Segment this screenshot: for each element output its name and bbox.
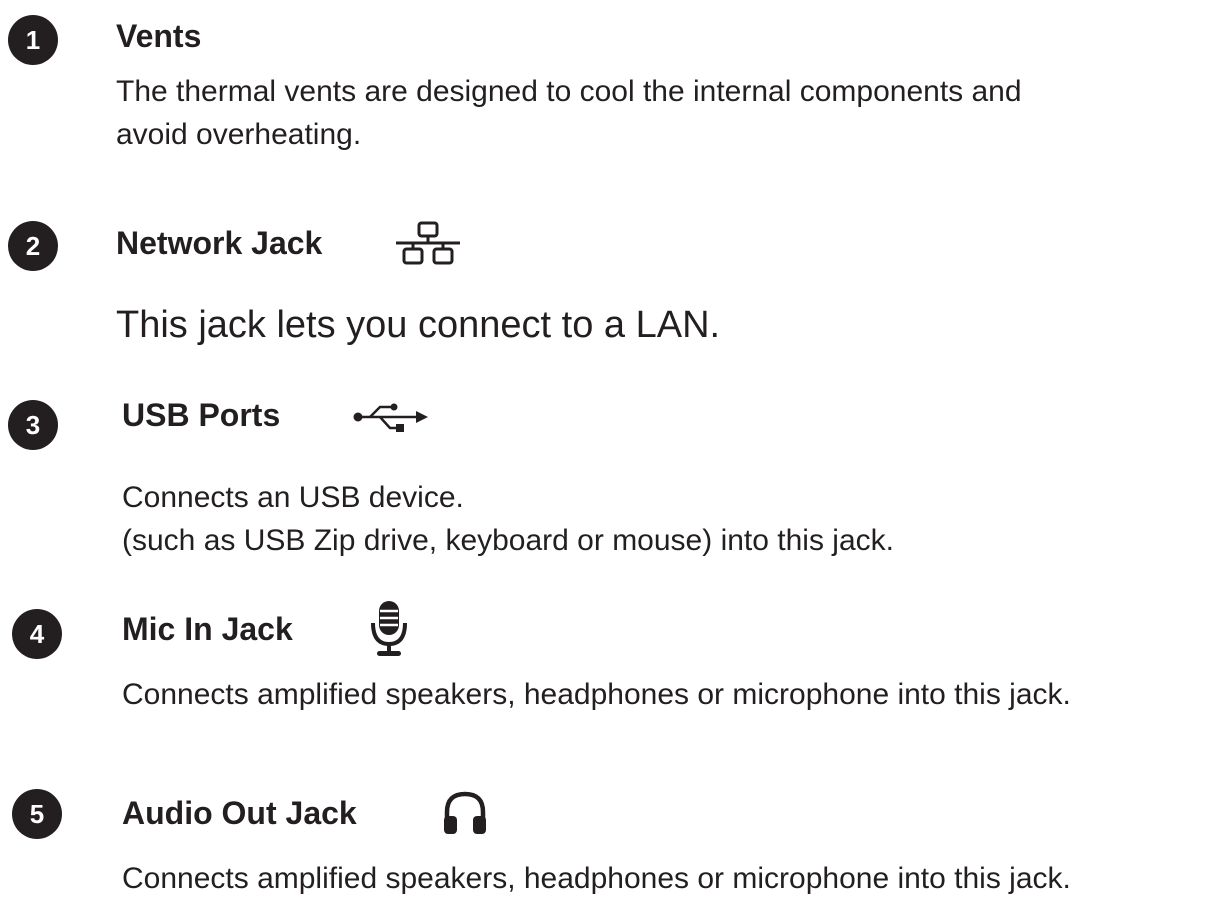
section-4-title: Mic In Jack [122,611,293,647]
section-2-line-1: This jack lets you connect to a LAN. [116,304,721,346]
section-2-number-badge: 2 [8,221,58,271]
section-5-title: Audio Out Jack [122,795,357,831]
section-2-title: Network Jack [116,225,323,261]
section-4-line-1: Connects amplified speakers, headphones … [122,678,1071,711]
section-5-description: Connects amplified speakers, headphones … [122,857,1071,900]
section-2-description: This jack lets you connect to a LAN. [116,306,720,344]
section-1-description: The thermal vents are designed to cool t… [116,70,1022,156]
network-icon [396,221,460,265]
section-3-line-2: (such as USB Zip drive, keyboard or mous… [122,524,894,557]
microphone-icon [371,601,407,656]
section-4-number-badge: 4 [12,609,62,659]
section-3-description: Connects an USB device. (such as USB Zip… [122,476,894,562]
section-5-line-1: Connects amplified speakers, headphones … [122,862,1071,895]
section-1-number-badge: 1 [8,15,58,65]
usb-icon [353,403,428,432]
section-3-line-1: Connects an USB device. [122,481,464,514]
headphones-icon [444,791,486,834]
section-1-title: Vents [116,18,202,54]
section-4-description: Connects amplified speakers, headphones … [122,673,1071,716]
section-1-line-1: The thermal vents are designed to cool t… [116,75,1022,108]
section-3-number-badge: 3 [8,400,58,450]
section-5-number-badge: 5 [12,789,62,839]
section-3-title: USB Ports [122,397,281,433]
section-1-line-2: avoid overheating. [116,118,362,151]
